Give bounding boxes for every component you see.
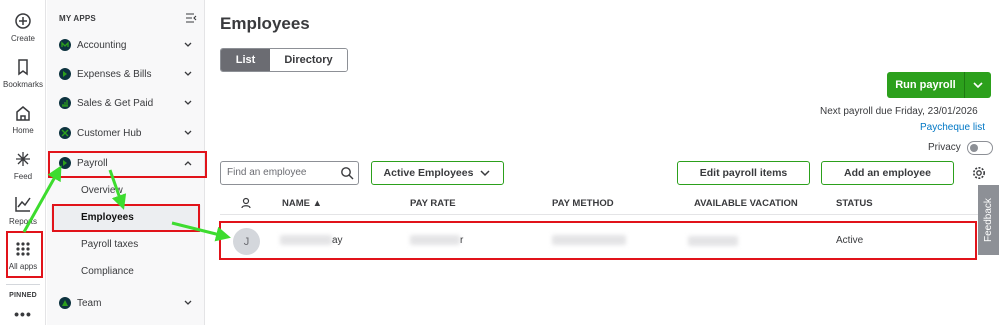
- chevron-down-icon: [184, 71, 192, 76]
- feedback-tab[interactable]: Feedback: [978, 185, 999, 255]
- next-payroll-text: Next payroll due Friday, 23/01/2026: [820, 106, 978, 117]
- chevron-down-icon: [184, 100, 192, 105]
- annotation-all-apps: [6, 231, 43, 278]
- chevron-down-icon: [184, 300, 192, 305]
- add-employee-button[interactable]: Add an employee: [821, 161, 954, 185]
- rail-divider: [6, 284, 40, 285]
- sidebar-subitem-overview[interactable]: Overview: [81, 185, 123, 196]
- privacy-label: Privacy: [928, 142, 961, 153]
- run-payroll-button[interactable]: Run payroll: [887, 72, 991, 98]
- chevron-down-icon: [184, 42, 192, 47]
- accounting-app-icon: [59, 39, 71, 51]
- sidebar-item-label: Accounting: [77, 39, 127, 51]
- privacy-toggle[interactable]: [967, 141, 993, 155]
- gear-icon[interactable]: [972, 166, 986, 180]
- sidebar-item-expenses[interactable]: Expenses & Bills: [47, 61, 205, 87]
- sidebar-item-label: Team: [77, 297, 102, 309]
- home-label: Home: [12, 126, 34, 135]
- tab-directory[interactable]: Directory: [270, 49, 347, 71]
- sidebar-heading: MY APPS: [59, 14, 96, 23]
- home-icon: [16, 106, 30, 121]
- search-input[interactable]: Find an employee: [220, 161, 359, 185]
- sparkle-icon: [16, 152, 30, 166]
- home-rail-item[interactable]: Home: [0, 104, 46, 135]
- sidebar-item-customer-hub[interactable]: Customer Hub: [47, 120, 205, 146]
- bookmark-icon: [18, 59, 28, 76]
- sidebar-subitem-compliance[interactable]: Compliance: [81, 266, 134, 277]
- column-name[interactable]: NAME ▲: [282, 198, 322, 209]
- page-title: Employees: [220, 14, 310, 33]
- edit-payroll-items-button[interactable]: Edit payroll items: [677, 161, 810, 185]
- sidebar-item-team[interactable]: Team: [47, 290, 205, 316]
- pinned-label: PINNED: [9, 292, 37, 299]
- column-status[interactable]: STATUS: [836, 198, 873, 209]
- chevron-down-icon: [480, 170, 490, 177]
- expenses-app-icon: [59, 68, 71, 80]
- bookmarks-label: Bookmarks: [2, 80, 43, 89]
- create-rail-item[interactable]: Create: [0, 12, 46, 43]
- column-pay-rate[interactable]: PAY RATE: [410, 198, 456, 209]
- column-available-vacation[interactable]: AVAILABLE VACATION: [694, 198, 798, 209]
- chevron-down-icon: [973, 82, 983, 89]
- sales-app-icon: [59, 97, 71, 109]
- view-toggle: List Directory: [220, 48, 348, 72]
- feed-label: Feed: [13, 172, 33, 181]
- run-payroll-dropdown[interactable]: [965, 79, 991, 91]
- team-app-icon: [59, 297, 71, 309]
- reports-rail-item[interactable]: Reports: [0, 195, 46, 226]
- filter-label: Active Employees: [383, 167, 474, 179]
- line-chart-icon: [15, 197, 31, 212]
- search-icon: [341, 167, 354, 180]
- sidebar-item-label: Customer Hub: [77, 127, 142, 139]
- sidebar-item-accounting[interactable]: Accounting: [47, 32, 205, 58]
- annotation-payroll: [48, 151, 207, 178]
- user-icon: [241, 197, 251, 209]
- customer-hub-app-icon: [59, 127, 71, 139]
- feed-rail-item[interactable]: Feed: [0, 150, 46, 181]
- sidebar-item-sales[interactable]: Sales & Get Paid: [47, 90, 205, 116]
- collapse-menu-icon[interactable]: [185, 12, 197, 24]
- active-employees-filter[interactable]: Active Employees: [371, 161, 504, 185]
- bookmarks-rail-item[interactable]: Bookmarks: [0, 58, 46, 89]
- sidebar-item-label: Sales & Get Paid: [77, 97, 154, 109]
- create-label: Create: [10, 34, 35, 43]
- column-pay-method[interactable]: PAY METHOD: [552, 198, 614, 209]
- paycheque-list-link[interactable]: Paycheque list: [920, 122, 985, 133]
- plus-circle-icon: [15, 13, 31, 29]
- sidebar-subitem-payroll-taxes[interactable]: Payroll taxes: [81, 239, 138, 250]
- more-icon[interactable]: •••: [0, 306, 46, 322]
- run-payroll-label: Run payroll: [895, 79, 956, 91]
- annotation-employees: [52, 204, 200, 232]
- tab-list[interactable]: List: [221, 49, 270, 71]
- sidebar-item-label: Expenses & Bills: [77, 68, 152, 80]
- annotation-employee-row: [219, 221, 977, 260]
- search-placeholder: Find an employee: [227, 167, 307, 178]
- reports-label: Reports: [8, 217, 37, 226]
- chevron-down-icon: [184, 130, 192, 135]
- toggle-knob: [970, 144, 978, 152]
